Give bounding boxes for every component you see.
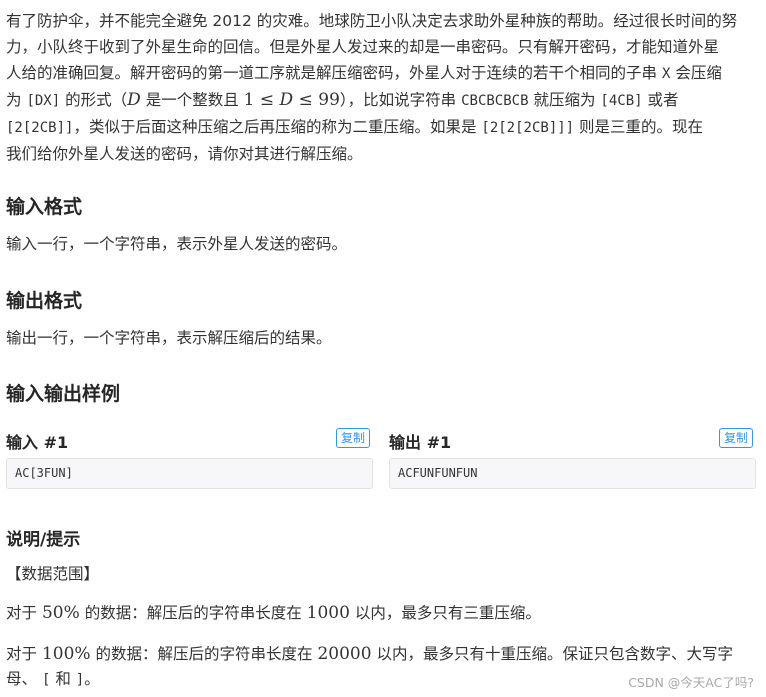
- inline-code: [: [41, 672, 51, 688]
- description-line-3: 人给的准确回复。解开密码的第一道工序就是解压缩密码，外星人对于连续的若干个相同的…: [6, 64, 722, 82]
- output-format-heading: 输出格式: [6, 290, 83, 312]
- sample-input-box[interactable]: AC[3FUN]: [6, 458, 373, 489]
- description-line-4: 为 [DX] 的形式（D 是一个整数且 1 ≤ D ≤ 99），比如说字符串 C…: [6, 90, 679, 110]
- copy-input-button[interactable]: 复制: [336, 428, 371, 448]
- math-var: D: [127, 90, 141, 110]
- hint-100-percent: 对于 100% 的数据：解压后的字符串长度在 20000 以内，最多只有十重压缩…: [6, 644, 733, 664]
- problem-description: 有了防护伞，并不能完全避免 2012 的灾难。地球防卫小队决定去求助外星种族的帮…: [6, 8, 758, 167]
- inline-code: [2[2[2CB]]]: [481, 120, 575, 136]
- input-format-heading: 输入格式: [6, 196, 83, 218]
- samples-heading: 输入输出样例: [6, 383, 121, 405]
- data-range-label: 【数据范围】: [6, 565, 100, 583]
- description-line-2: 力，小队终于收到了外星生命的回信。但是外星人发过来的却是一串密码。只有解开密码，…: [6, 38, 720, 56]
- inline-code: [4CB]: [600, 93, 643, 109]
- output-format-text: 输出一行，一个字符串，表示解压缩后的结果。: [6, 329, 332, 347]
- inline-code: CBCBCBCB: [461, 93, 529, 109]
- inline-code: X: [661, 66, 671, 82]
- description-line-1: 有了防护伞，并不能完全避免 2012 的灾难。地球防卫小队决定去求助外星种族的帮…: [6, 12, 738, 30]
- csdn-watermark: CSDN @今天AC了吗?: [628, 675, 754, 690]
- description-line-5: [2[2CB]]，类似于后面这种压缩之后再压缩的称为二重压缩。如果是 [2[2[…: [6, 118, 704, 136]
- inline-code: ]: [75, 672, 85, 688]
- sample-output-label: 输出 #1: [389, 433, 452, 452]
- description-line-6: 我们给你外星人发送的密码，请你对其进行解压缩。: [6, 145, 363, 163]
- copy-output-button[interactable]: 复制: [719, 428, 754, 448]
- hint-50-percent: 对于 50% 的数据：解压后的字符串长度在 1000 以内，最多只有三重压缩。: [6, 603, 541, 623]
- math-range: 1 ≤ D ≤ 99: [243, 90, 340, 110]
- hints-heading: 说明/提示: [6, 530, 81, 550]
- sample-input-label: 输入 #1: [6, 433, 69, 452]
- hint-100-percent-cont: 母、 [ 和 ]。: [6, 670, 100, 688]
- inline-code: [DX]: [26, 93, 61, 109]
- inline-code: [2[2CB]]: [6, 120, 74, 136]
- sample-output-box[interactable]: ACFUNFUNFUN: [389, 458, 756, 489]
- input-format-text: 输入一行，一个字符串，表示外星人发送的密码。: [6, 235, 348, 253]
